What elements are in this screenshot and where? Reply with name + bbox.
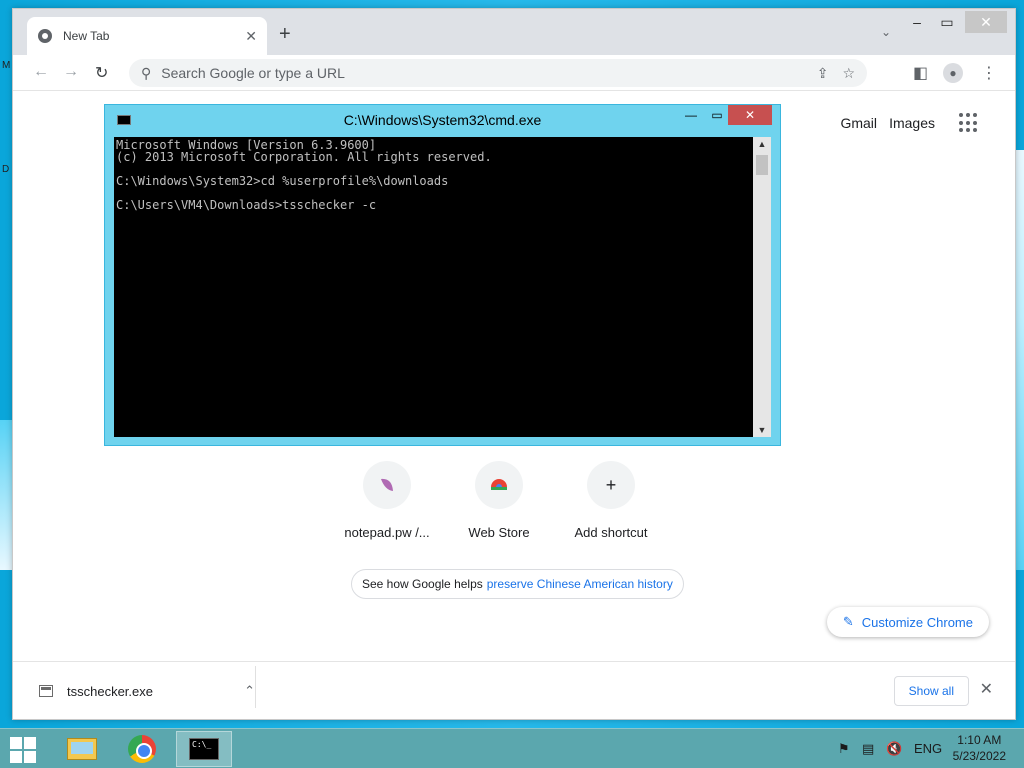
shortcut-label: Add shortcut xyxy=(574,525,648,540)
toolbar: ← → ↻ ⚲ Search Google or type a URL ⇪ ☆ … xyxy=(13,55,1015,91)
apps-grid-icon[interactable] xyxy=(959,113,979,133)
show-all-button[interactable]: Show all xyxy=(893,676,969,706)
flag-alert-icon[interactable]: ⚑ xyxy=(838,741,850,757)
share-icon[interactable]: ⇪ xyxy=(817,65,829,82)
close-window-button[interactable]: ✕ xyxy=(965,11,1007,33)
shortcut-label: notepad.pw /... xyxy=(344,525,430,540)
forward-arrow-icon[interactable]: → xyxy=(63,63,79,81)
scroll-up-icon[interactable]: ▲ xyxy=(753,139,771,149)
maximize-button[interactable]: ▭ xyxy=(931,11,963,33)
customize-chrome-button[interactable]: ✎ Customize Chrome xyxy=(826,607,989,637)
cmd-icon: C:\_ xyxy=(189,738,219,760)
menu-kebab-icon[interactable]: ⋮ xyxy=(981,63,997,83)
taskbar-file-explorer[interactable] xyxy=(54,731,110,767)
shortcut-label: Web Store xyxy=(468,525,530,540)
file-icon xyxy=(39,685,53,697)
shortcut-tiles: notepad.pw /... Web Store + Add shortcut xyxy=(343,461,655,540)
scroll-thumb[interactable] xyxy=(756,155,768,175)
plus-icon: + xyxy=(587,461,635,509)
shortcut-add[interactable]: + Add shortcut xyxy=(567,461,655,540)
tab-search-chevron-icon[interactable]: ⌄ xyxy=(881,25,891,39)
clock-time: 1:10 AM xyxy=(957,733,1002,747)
desktop-icon-edge: D xyxy=(2,164,10,175)
pencil-icon: ✎ xyxy=(842,614,854,629)
gmail-link[interactable]: Gmail xyxy=(840,115,877,131)
start-button[interactable] xyxy=(10,737,38,763)
clock[interactable]: 1:10 AM 5/23/2022 xyxy=(953,732,1006,764)
promo-chip: See how Google helps preserve Chinese Am… xyxy=(351,569,684,599)
promo-link[interactable]: preserve Chinese American history xyxy=(487,577,673,591)
cmd-close-button[interactable]: ✕ xyxy=(728,105,772,125)
profile-avatar[interactable]: ● xyxy=(943,63,963,83)
promo-text: See how Google helps xyxy=(362,577,483,591)
vertical-scrollbar[interactable]: ▲ ▼ xyxy=(753,137,771,437)
search-icon: ⚲ xyxy=(141,64,152,81)
download-item[interactable]: tsschecker.exe ⌃ xyxy=(39,676,255,706)
tab-new-tab[interactable]: New Tab ✕ xyxy=(27,17,267,55)
chevron-up-icon[interactable]: ⌃ xyxy=(244,683,255,699)
divider xyxy=(255,666,256,708)
desktop-icon-edge: M xyxy=(2,60,11,71)
side-panel-icon[interactable]: ◧ xyxy=(913,63,928,83)
cmd-window: C:\Windows\System32\cmd.exe — ▭ ✕ Micros… xyxy=(104,104,781,446)
notepad-icon xyxy=(363,461,411,509)
images-link[interactable]: Images xyxy=(889,115,935,131)
taskbar-cmd[interactable]: C:\_ xyxy=(176,731,232,767)
tab-close-icon[interactable]: ✕ xyxy=(245,28,257,45)
tab-title: New Tab xyxy=(63,29,110,43)
omnibox[interactable]: ⚲ Search Google or type a URL ⇪ ☆ xyxy=(129,59,867,87)
minimize-button[interactable]: – xyxy=(901,11,933,33)
close-shelf-icon[interactable]: ✕ xyxy=(980,679,993,699)
customize-label: Customize Chrome xyxy=(861,614,973,630)
shortcut-web-store[interactable]: Web Store xyxy=(455,461,543,540)
cmd-title-bar[interactable]: C:\Windows\System32\cmd.exe — ▭ ✕ xyxy=(105,105,780,135)
back-arrow-icon[interactable]: ← xyxy=(33,63,49,81)
taskbar: C:\_ ⚑ ▤ 🔇 ENG 1:10 AM 5/23/2022 xyxy=(0,728,1024,768)
web-store-icon xyxy=(475,461,523,509)
scroll-down-icon[interactable]: ▼ xyxy=(753,425,771,435)
chrome-favicon-icon xyxy=(38,29,52,43)
cmd-minimize-button[interactable]: — xyxy=(678,105,704,125)
reload-icon[interactable]: ↻ xyxy=(95,63,108,83)
network-icon[interactable]: ▤ xyxy=(862,741,874,757)
volume-muted-icon[interactable]: 🔇 xyxy=(886,741,902,757)
omnibox-placeholder[interactable]: Search Google or type a URL xyxy=(161,65,802,81)
clock-date: 5/23/2022 xyxy=(952,749,1006,763)
cmd-maximize-button[interactable]: ▭ xyxy=(704,105,730,125)
chrome-icon xyxy=(128,735,156,763)
download-shelf: tsschecker.exe ⌃ Show all ✕ xyxy=(13,661,1015,719)
shortcut-notepad[interactable]: notepad.pw /... xyxy=(343,461,431,540)
new-tab-button[interactable]: + xyxy=(279,23,291,46)
tab-strip: New Tab ✕ + ⌄ – ▭ ✕ xyxy=(13,9,1015,55)
desktop-wallpaper-stripe-left xyxy=(0,420,12,570)
bookmark-star-icon[interactable]: ☆ xyxy=(842,65,855,82)
taskbar-chrome[interactable] xyxy=(114,731,170,767)
folder-icon xyxy=(67,738,97,760)
language-indicator[interactable]: ENG xyxy=(914,741,942,756)
console-output[interactable]: Microsoft Windows [Version 6.3.9600] (c)… xyxy=(114,137,754,437)
download-file-name: tsschecker.exe xyxy=(67,683,153,699)
